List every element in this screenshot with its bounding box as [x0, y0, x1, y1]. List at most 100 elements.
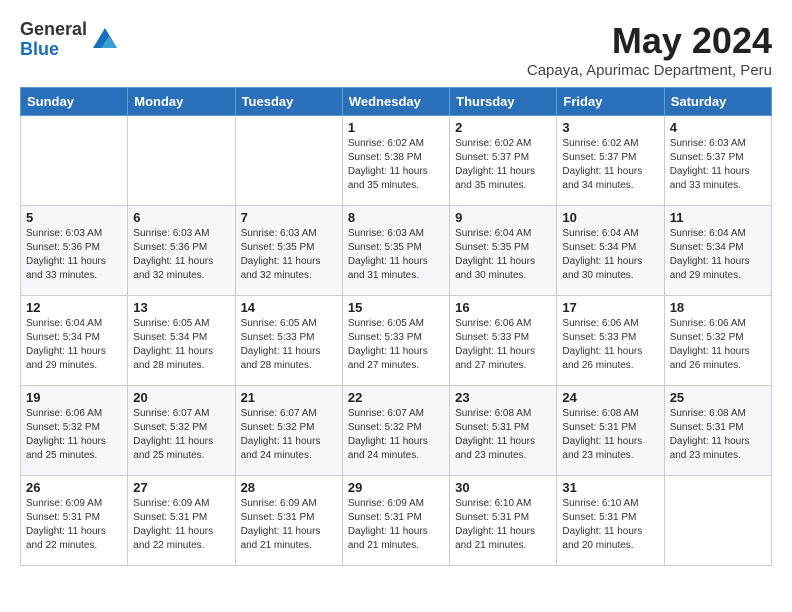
day-detail: Sunrise: 6:06 AMSunset: 5:32 PMDaylight:…	[670, 317, 766, 373]
calendar-cell	[128, 116, 235, 206]
calendar-cell	[664, 476, 771, 566]
calendar-cell: 20Sunrise: 6:07 AMSunset: 5:32 PMDayligh…	[128, 386, 235, 476]
logo-blue-text: Blue	[20, 40, 87, 60]
calendar-cell: 4 Sunrise: 6:03 AMSunset: 5:37 PMDaylight…	[664, 116, 771, 206]
calendar-cell: 22 Sunrise: 6:07 AMSunset: 5:32 PMDayligh…	[342, 386, 449, 476]
calendar-cell: 9 Sunrise: 6:04 AMSunset: 5:35 PMDaylight…	[450, 206, 557, 296]
page-header: General Blue May 2024 Capaya, Apurimac D…	[20, 20, 772, 79]
day-number: 28	[241, 480, 337, 495]
day-number: 5	[26, 210, 122, 225]
day-detail: Sunrise: 6:08 AMSunset: 5:31 PMDaylight:…	[455, 407, 551, 463]
day-number: 18	[670, 300, 766, 315]
logo-general-text: General	[20, 20, 87, 40]
day-detail: Sunrise: 6:09 AMSunset: 5:31 PMDaylight:…	[133, 497, 229, 553]
main-title: May 2024	[527, 20, 772, 62]
day-detail: Sunrise: 6:05 AMSunset: 5:34 PMDaylight:…	[133, 317, 229, 373]
day-number: 11	[670, 210, 766, 225]
day-number: 27	[133, 480, 229, 495]
calendar-cell: 10Sunrise: 6:04 AMSunset: 5:34 PMDayligh…	[557, 206, 664, 296]
calendar-cell: 5 Sunrise: 6:03 AMSunset: 5:36 PMDaylight…	[21, 206, 128, 296]
weekday-header-sunday: Sunday	[21, 88, 128, 116]
calendar-cell: 27 Sunrise: 6:09 AMSunset: 5:31 PMDayligh…	[128, 476, 235, 566]
title-block: May 2024 Capaya, Apurimac Department, Pe…	[527, 20, 772, 79]
day-detail: Sunrise: 6:09 AMSunset: 5:31 PMDaylight:…	[348, 497, 444, 553]
day-number: 9	[455, 210, 551, 225]
day-number: 6	[133, 210, 229, 225]
day-number: 3	[562, 120, 658, 135]
day-detail: Sunrise: 6:02 AMSunset: 5:38 PMDaylight:…	[348, 137, 444, 193]
calendar-cell: 21 Sunrise: 6:07 AMSunset: 5:32 PMDayligh…	[235, 386, 342, 476]
day-detail: Sunrise: 6:04 AMSunset: 5:35 PMDaylight:…	[455, 227, 551, 283]
calendar-cell: 2 Sunrise: 6:02 AMSunset: 5:37 PMDaylight…	[450, 116, 557, 206]
calendar-cell	[235, 116, 342, 206]
day-number: 20	[133, 390, 229, 405]
day-detail: Sunrise: 6:05 AMSunset: 5:33 PMDaylight:…	[241, 317, 337, 373]
calendar-cell: 3 Sunrise: 6:02 AMSunset: 5:37 PMDaylight…	[557, 116, 664, 206]
week-row-1: 1 Sunrise: 6:02 AMSunset: 5:38 PMDaylight…	[21, 116, 772, 206]
weekday-header-monday: Monday	[128, 88, 235, 116]
calendar-cell: 30 Sunrise: 6:10 AMSunset: 5:31 PMDayligh…	[450, 476, 557, 566]
calendar-cell: 25 Sunrise: 6:08 AMSunset: 5:31 PMDayligh…	[664, 386, 771, 476]
day-detail: Sunrise: 6:09 AMSunset: 5:31 PMDaylight:…	[26, 497, 122, 553]
day-number: 21	[241, 390, 337, 405]
calendar-cell: 14Sunrise: 6:05 AMSunset: 5:33 PMDayligh…	[235, 296, 342, 386]
calendar-cell: 7 Sunrise: 6:03 AMSunset: 5:35 PMDaylight…	[235, 206, 342, 296]
day-number: 22	[348, 390, 444, 405]
day-number: 30	[455, 480, 551, 495]
page-container: General Blue May 2024 Capaya, Apurimac D…	[20, 20, 772, 566]
day-detail: Sunrise: 6:03 AMSunset: 5:37 PMDaylight:…	[670, 137, 766, 193]
day-detail: Sunrise: 6:02 AMSunset: 5:37 PMDaylight:…	[562, 137, 658, 193]
weekday-header-friday: Friday	[557, 88, 664, 116]
day-detail: Sunrise: 6:07 AMSunset: 5:32 PMDaylight:…	[348, 407, 444, 463]
day-detail: Sunrise: 6:05 AMSunset: 5:33 PMDaylight:…	[348, 317, 444, 373]
calendar-cell: 18 Sunrise: 6:06 AMSunset: 5:32 PMDayligh…	[664, 296, 771, 386]
day-detail: Sunrise: 6:10 AMSunset: 5:31 PMDaylight:…	[562, 497, 658, 553]
weekday-header-row: SundayMondayTuesdayWednesdayThursdayFrid…	[21, 88, 772, 116]
calendar-cell: 13Sunrise: 6:05 AMSunset: 5:34 PMDayligh…	[128, 296, 235, 386]
weekday-header-thursday: Thursday	[450, 88, 557, 116]
calendar-cell: 26Sunrise: 6:09 AMSunset: 5:31 PMDayligh…	[21, 476, 128, 566]
calendar-cell: 31 Sunrise: 6:10 AMSunset: 5:31 PMDayligh…	[557, 476, 664, 566]
day-number: 24	[562, 390, 658, 405]
day-detail: Sunrise: 6:04 AMSunset: 5:34 PMDaylight:…	[670, 227, 766, 283]
calendar-cell: 11 Sunrise: 6:04 AMSunset: 5:34 PMDayligh…	[664, 206, 771, 296]
day-detail: Sunrise: 6:06 AMSunset: 5:33 PMDaylight:…	[455, 317, 551, 373]
week-row-4: 19 Sunrise: 6:06 AMSunset: 5:32 PMDayligh…	[21, 386, 772, 476]
day-number: 4	[670, 120, 766, 135]
day-number: 2	[455, 120, 551, 135]
day-detail: Sunrise: 6:03 AMSunset: 5:36 PMDaylight:…	[133, 227, 229, 283]
calendar-cell: 24Sunrise: 6:08 AMSunset: 5:31 PMDayligh…	[557, 386, 664, 476]
weekday-header-wednesday: Wednesday	[342, 88, 449, 116]
calendar-cell: 6 Sunrise: 6:03 AMSunset: 5:36 PMDaylight…	[128, 206, 235, 296]
day-detail: Sunrise: 6:03 AMSunset: 5:36 PMDaylight:…	[26, 227, 122, 283]
day-detail: Sunrise: 6:07 AMSunset: 5:32 PMDaylight:…	[241, 407, 337, 463]
day-detail: Sunrise: 6:06 AMSunset: 5:32 PMDaylight:…	[26, 407, 122, 463]
day-number: 25	[670, 390, 766, 405]
day-detail: Sunrise: 6:10 AMSunset: 5:31 PMDaylight:…	[455, 497, 551, 553]
day-detail: Sunrise: 6:04 AMSunset: 5:34 PMDaylight:…	[26, 317, 122, 373]
day-number: 23	[455, 390, 551, 405]
week-row-3: 12Sunrise: 6:04 AMSunset: 5:34 PMDayligh…	[21, 296, 772, 386]
day-detail: Sunrise: 6:04 AMSunset: 5:34 PMDaylight:…	[562, 227, 658, 283]
calendar-cell: 28Sunrise: 6:09 AMSunset: 5:31 PMDayligh…	[235, 476, 342, 566]
calendar-cell: 23 Sunrise: 6:08 AMSunset: 5:31 PMDayligh…	[450, 386, 557, 476]
day-number: 1	[348, 120, 444, 135]
day-number: 19	[26, 390, 122, 405]
calendar-cell: 8 Sunrise: 6:03 AMSunset: 5:35 PMDaylight…	[342, 206, 449, 296]
day-number: 16	[455, 300, 551, 315]
day-detail: Sunrise: 6:03 AMSunset: 5:35 PMDaylight:…	[241, 227, 337, 283]
calendar-cell: 12Sunrise: 6:04 AMSunset: 5:34 PMDayligh…	[21, 296, 128, 386]
day-number: 7	[241, 210, 337, 225]
calendar-cell: 29Sunrise: 6:09 AMSunset: 5:31 PMDayligh…	[342, 476, 449, 566]
day-number: 15	[348, 300, 444, 315]
calendar-cell: 17Sunrise: 6:06 AMSunset: 5:33 PMDayligh…	[557, 296, 664, 386]
day-detail: Sunrise: 6:02 AMSunset: 5:37 PMDaylight:…	[455, 137, 551, 193]
calendar-cell: 1 Sunrise: 6:02 AMSunset: 5:38 PMDaylight…	[342, 116, 449, 206]
weekday-header-tuesday: Tuesday	[235, 88, 342, 116]
weekday-header-saturday: Saturday	[664, 88, 771, 116]
day-detail: Sunrise: 6:08 AMSunset: 5:31 PMDaylight:…	[670, 407, 766, 463]
day-number: 8	[348, 210, 444, 225]
day-detail: Sunrise: 6:03 AMSunset: 5:35 PMDaylight:…	[348, 227, 444, 283]
day-number: 31	[562, 480, 658, 495]
calendar-table: SundayMondayTuesdayWednesdayThursdayFrid…	[20, 87, 772, 566]
